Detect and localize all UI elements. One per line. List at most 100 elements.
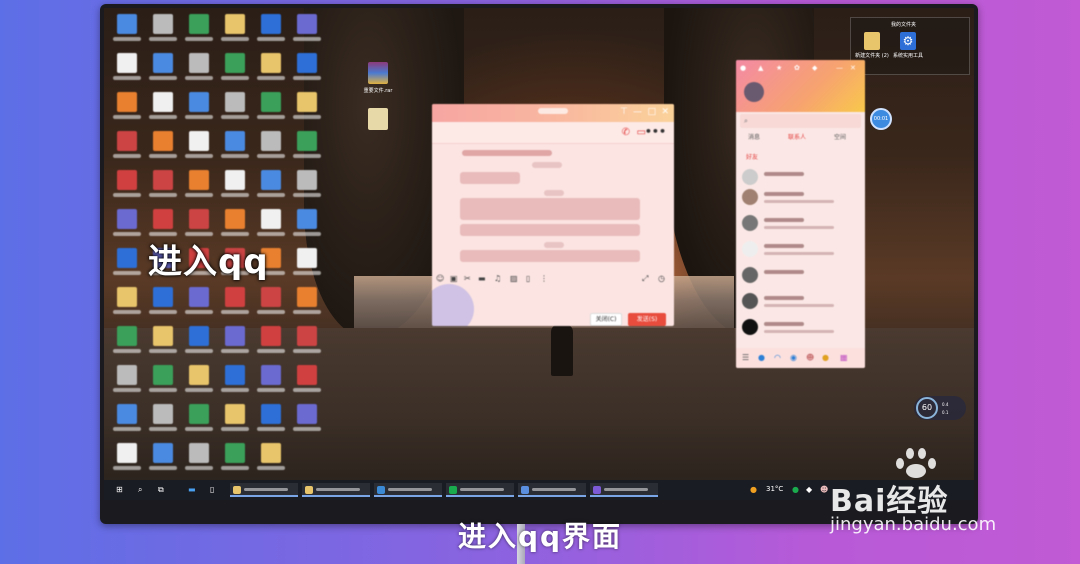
- wechat-icon[interactable]: ●: [792, 485, 799, 494]
- desktop-icon[interactable]: [292, 248, 322, 284]
- desktop-icon[interactable]: [148, 170, 178, 206]
- folder-icon[interactable]: ▬: [478, 274, 486, 283]
- desktop-icon[interactable]: [112, 209, 142, 245]
- list-item[interactable]: [742, 214, 860, 236]
- desktop-icon[interactable]: [112, 365, 142, 401]
- desktop-icon[interactable]: [220, 326, 250, 362]
- list-item[interactable]: [742, 240, 860, 262]
- emoji-icon[interactable]: ☺: [436, 274, 444, 283]
- chat-title-bar[interactable]: ⊤ — □ ✕: [432, 104, 674, 122]
- list-item[interactable]: [742, 318, 860, 340]
- desktop-icon[interactable]: [184, 131, 214, 167]
- windows-start-icon[interactable]: ⊞: [116, 485, 123, 494]
- desktop-icon[interactable]: [292, 14, 322, 50]
- desktop-icon[interactable]: [220, 170, 250, 206]
- desktop-icon[interactable]: [184, 404, 214, 440]
- desktop-icon[interactable]: [184, 14, 214, 50]
- minimize-icon[interactable]: —: [836, 64, 843, 72]
- wifi-icon[interactable]: ◉: [790, 353, 797, 362]
- pin-icon[interactable]: ⊤: [620, 107, 628, 117]
- desktop-icon[interactable]: [148, 404, 178, 440]
- taskbar-task[interactable]: [374, 483, 442, 497]
- taskbar-task[interactable]: [302, 483, 370, 497]
- tray-icon[interactable]: ☻: [820, 485, 828, 494]
- desktop-icon[interactable]: [112, 92, 142, 128]
- avatar-icon[interactable]: ☻: [806, 353, 814, 362]
- desktop-icon[interactable]: [292, 53, 322, 89]
- taskbar-task[interactable]: [590, 483, 658, 497]
- image-icon[interactable]: ▨: [510, 274, 518, 283]
- desktop-icon[interactable]: [292, 326, 322, 362]
- phone-icon[interactable]: ✆: [622, 127, 630, 138]
- desktop-icon[interactable]: [256, 404, 286, 440]
- menu-icon[interactable]: ☰: [742, 353, 749, 362]
- star-icon[interactable]: ★: [776, 64, 782, 72]
- desktop-icon[interactable]: [184, 53, 214, 89]
- grid-icon[interactable]: ▦: [840, 353, 848, 362]
- desktop-icon[interactable]: [112, 14, 142, 50]
- qq-chat-window[interactable]: ⊤ — □ ✕ ✆ ▭ ••• ☺ ▣ ✂ ▬ ♫ ▨ ▯ ⋮ ⤢ ◷ 关闭(C…: [432, 104, 674, 326]
- avatar[interactable]: [744, 82, 764, 102]
- music-icon[interactable]: ♫: [494, 274, 501, 283]
- desktop-icon[interactable]: [256, 131, 286, 167]
- desktop-file-folder[interactable]: [348, 108, 408, 133]
- desktop-icon[interactable]: [112, 248, 142, 284]
- maximize-icon[interactable]: □: [647, 107, 656, 117]
- task-view-icon[interactable]: ⧉: [158, 485, 164, 495]
- desktop-icon[interactable]: [184, 170, 214, 206]
- desktop-icon[interactable]: [112, 404, 142, 440]
- section-friends[interactable]: 好友: [746, 152, 758, 161]
- desktop-icon[interactable]: [112, 287, 142, 323]
- time-bubble[interactable]: 00:01: [870, 108, 892, 130]
- expand-icon[interactable]: ⤢: [642, 274, 648, 284]
- taskbar-task[interactable]: [518, 483, 586, 497]
- file-icon[interactable]: ▯: [210, 485, 214, 494]
- desktop-icon[interactable]: [220, 14, 250, 50]
- apps-icon[interactable]: ✿: [794, 64, 800, 72]
- gif-icon[interactable]: ▣: [450, 274, 458, 283]
- widget-tools-item[interactable]: ⚙ 系统实用工具: [889, 32, 927, 59]
- desktop-icon[interactable]: [148, 14, 178, 50]
- list-item[interactable]: [742, 266, 860, 288]
- minimize-icon[interactable]: —: [633, 107, 642, 117]
- desktop-icon[interactable]: [184, 443, 214, 479]
- desktop-icon[interactable]: [292, 287, 322, 323]
- desktop-icon[interactable]: [148, 53, 178, 89]
- desktop-icon[interactable]: [256, 365, 286, 401]
- search-icon[interactable]: ⌕: [138, 485, 142, 495]
- desktop-icon[interactable]: [220, 53, 250, 89]
- desktop-icon[interactable]: [220, 404, 250, 440]
- tab-contacts[interactable]: 联系人: [788, 132, 806, 141]
- desktop-file-rar[interactable]: 重要文件.rar: [348, 62, 408, 94]
- desktop-icon[interactable]: [148, 287, 178, 323]
- desktop-icon[interactable]: [148, 365, 178, 401]
- close-button[interactable]: 关闭(C): [590, 313, 622, 326]
- desktop-icon[interactable]: [292, 170, 322, 206]
- desktop-icon[interactable]: [256, 53, 286, 89]
- desktop-icon[interactable]: [112, 53, 142, 89]
- speed-widget[interactable]: 60 0.4 0.1: [914, 396, 966, 420]
- desktop-icon[interactable]: [184, 287, 214, 323]
- app-icon[interactable]: ▬: [188, 485, 196, 494]
- desktop-icon[interactable]: [148, 92, 178, 128]
- desktop-icon[interactable]: [292, 404, 322, 440]
- scissors-icon[interactable]: ✂: [464, 274, 471, 283]
- headset-icon[interactable]: ◠: [774, 353, 781, 362]
- close-icon[interactable]: ✕: [661, 107, 669, 117]
- desktop-icon[interactable]: [184, 365, 214, 401]
- desktop-icon[interactable]: [112, 326, 142, 362]
- desktop-icon[interactable]: [220, 287, 250, 323]
- tab-messages[interactable]: 消息: [748, 132, 760, 141]
- tab-space[interactable]: 空间: [834, 132, 846, 141]
- desktop-icon[interactable]: [220, 131, 250, 167]
- desktop-icon[interactable]: [256, 287, 286, 323]
- search-input[interactable]: ⌕: [740, 114, 861, 128]
- desktop-icon[interactable]: [256, 326, 286, 362]
- more-tools-icon[interactable]: ⋮: [540, 274, 548, 283]
- send-button[interactable]: 发送(S): [628, 313, 666, 326]
- desktop-icon[interactable]: [256, 170, 286, 206]
- list-item[interactable]: [742, 168, 860, 190]
- list-item[interactable]: [742, 292, 860, 314]
- more-icon[interactable]: •••: [645, 125, 666, 138]
- desktop-icon[interactable]: [148, 326, 178, 362]
